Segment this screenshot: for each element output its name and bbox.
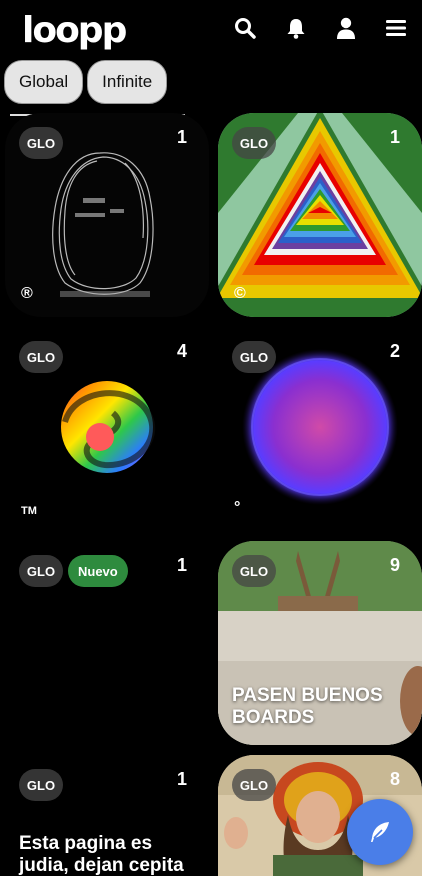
post-count: 1 [389, 127, 400, 147]
bell-icon[interactable] [284, 16, 308, 40]
post-card[interactable]: GLO 2 ° [218, 327, 422, 531]
category-badge[interactable]: GLO [19, 769, 63, 801]
post-card[interactable]: GLO 1 ® [5, 113, 209, 317]
category-badge[interactable]: GLO [19, 127, 63, 159]
post-count: 4 [176, 341, 187, 361]
category-badge[interactable]: GLO [19, 341, 63, 373]
tab-global[interactable]: Global [4, 60, 84, 104]
category-badge[interactable]: GLO [232, 127, 276, 159]
post-count: 1 [176, 127, 187, 147]
post-count: 1 [176, 769, 187, 789]
menu-icon[interactable] [384, 16, 408, 40]
post-title: Esta pagina es judia, dejan cepita [19, 833, 184, 876]
post-symbol: © [234, 285, 246, 302]
post-symbol: ° [234, 499, 241, 516]
new-badge: Nuevo [68, 555, 128, 587]
user-icon[interactable] [334, 16, 358, 40]
post-card[interactable]: GLO 1 © [218, 113, 422, 317]
category-badge[interactable]: GLO [232, 341, 276, 373]
post-count: 9 [389, 555, 400, 575]
category-badge[interactable]: GLO [232, 555, 276, 587]
feed-tabs: Global Infinite [4, 60, 168, 104]
search-icon[interactable] [233, 16, 257, 40]
app-logo[interactable]: loopp [22, 10, 127, 51]
post-count: 2 [389, 341, 400, 361]
post-card[interactable]: GLO 9 PASEN BUENOS BOARDS [218, 541, 422, 745]
category-badge[interactable]: GLO [232, 769, 276, 801]
post-count: 1 [176, 555, 187, 575]
post-count: 8 [389, 769, 400, 789]
app-header: loopp [0, 0, 422, 60]
feather-icon [371, 822, 389, 842]
post-card[interactable]: GLO Nuevo 1 [5, 541, 209, 745]
compose-button[interactable] [347, 799, 413, 865]
post-symbol: TM [21, 505, 37, 517]
tab-infinite[interactable]: Infinite [87, 60, 168, 104]
category-badge[interactable]: GLO [19, 555, 63, 587]
post-title: PASEN BUENOS BOARDS [232, 685, 383, 728]
post-card[interactable]: GLO 4 TM [5, 327, 209, 531]
post-card[interactable]: GLO 1 Esta pagina es judia, dejan cepita [5, 755, 209, 876]
post-symbol: ® [21, 285, 33, 302]
